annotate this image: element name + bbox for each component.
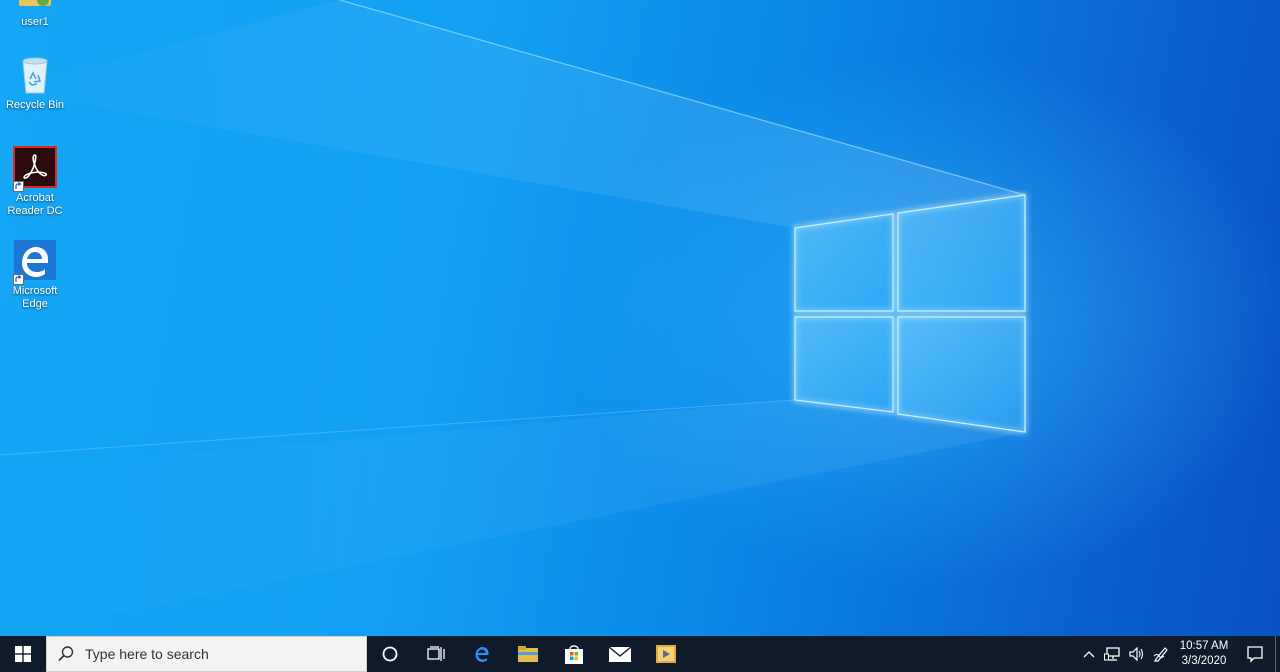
acrobat-reader-icon <box>13 146 57 192</box>
pen-icon <box>1153 647 1168 662</box>
windows-light-logo <box>0 0 1027 636</box>
desktop-icon-label: user1 <box>21 16 49 28</box>
user-folder-icon <box>13 0 57 14</box>
desktop-icon-edge[interactable]: Microsoft Edge <box>0 239 70 311</box>
show-desktop-button[interactable] <box>1275 636 1280 672</box>
network-button[interactable] <box>1101 636 1125 672</box>
shortcut-arrow-icon <box>13 181 24 192</box>
search-icon <box>58 646 74 662</box>
taskbar-mail-button[interactable] <box>597 636 643 672</box>
taskbar-clock[interactable]: 10:57 AM 3/3/2020 <box>1173 639 1235 669</box>
taskbar-edge-button[interactable] <box>459 636 505 672</box>
start-button[interactable] <box>0 636 46 672</box>
network-icon <box>1104 647 1120 661</box>
desktop-icon-recycle-bin[interactable]: Recycle Bin <box>0 53 70 112</box>
action-center-button[interactable] <box>1235 636 1275 672</box>
desktop-icon-label: Microsoft Edge <box>12 285 58 310</box>
desktop-wallpaper <box>0 0 1280 636</box>
taskbar: 10:57 AM 3/3/2020 <box>0 636 1280 672</box>
taskbar-media-button[interactable] <box>643 636 689 672</box>
edge-icon <box>13 239 57 285</box>
edge-icon <box>475 647 489 662</box>
desktop-icon-user1[interactable]: user1 <box>0 0 70 29</box>
taskbar-file-explorer-button[interactable] <box>505 636 551 672</box>
folder-icon <box>518 646 538 662</box>
desktop-icon-label: Acrobat Reader DC <box>7 192 63 217</box>
show-hidden-icons-button[interactable] <box>1077 636 1101 672</box>
pen-workspace-button[interactable] <box>1149 636 1173 672</box>
taskbar-store-button[interactable] <box>551 636 597 672</box>
volume-button[interactable] <box>1125 636 1149 672</box>
windows-logo-icon <box>15 646 31 662</box>
notification-icon <box>1247 646 1263 663</box>
system-tray: 10:57 AM 3/3/2020 <box>1077 636 1280 672</box>
task-view-button[interactable] <box>413 636 459 672</box>
store-bag-icon <box>565 645 583 664</box>
shortcut-arrow-icon <box>13 274 24 285</box>
clock-date: 3/3/2020 <box>1181 655 1227 667</box>
volume-icon <box>1129 646 1144 662</box>
desktop-icon-acrobat-reader[interactable]: Acrobat Reader DC <box>0 146 70 218</box>
desktop-icon-label: Recycle Bin <box>5 99 65 111</box>
recycle-bin-icon <box>13 53 57 97</box>
taskbar-search-box[interactable] <box>46 636 367 672</box>
cortana-button[interactable] <box>367 636 413 672</box>
media-player-icon <box>656 645 676 663</box>
task-view-icon <box>427 646 445 661</box>
search-input[interactable] <box>83 645 347 663</box>
circle-icon <box>382 646 398 662</box>
mail-icon <box>608 646 632 662</box>
chevron-up-icon <box>1083 651 1095 658</box>
clock-time: 10:57 AM <box>1179 640 1229 652</box>
